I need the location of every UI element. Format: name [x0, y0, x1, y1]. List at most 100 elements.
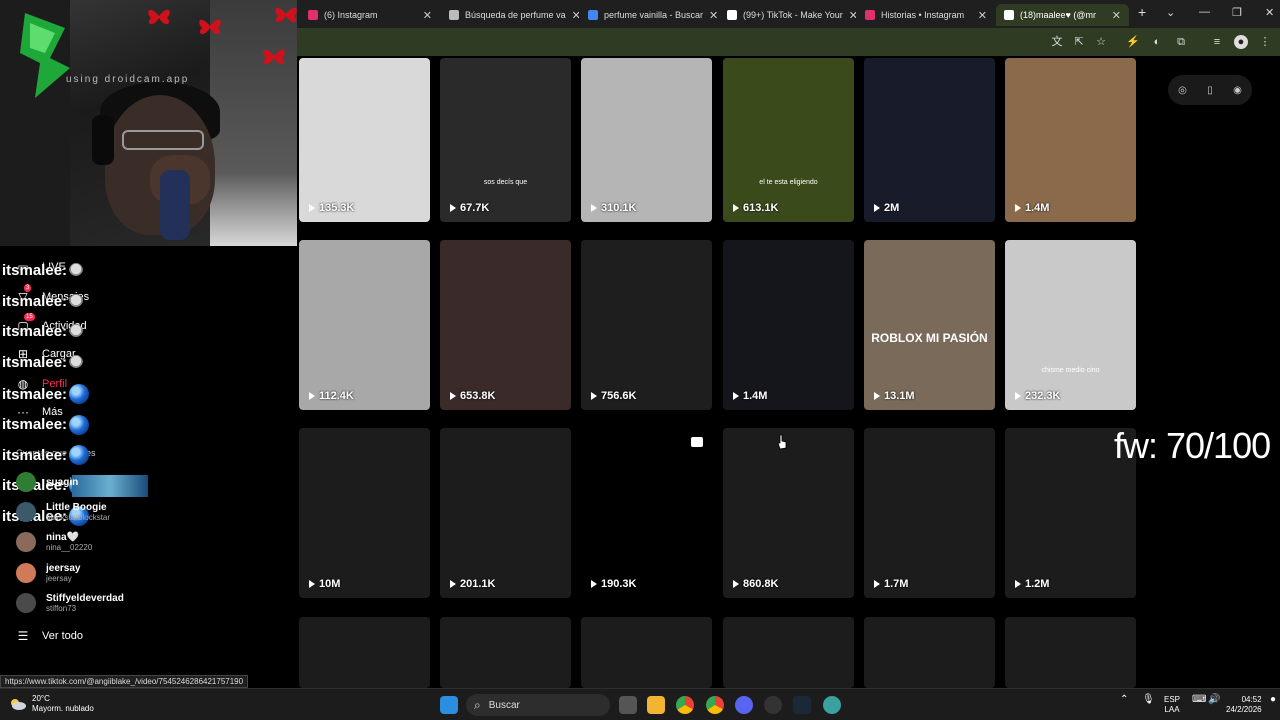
translate-icon[interactable]: 文: [1050, 35, 1064, 49]
video-card[interactable]: 1.4M: [1005, 58, 1136, 222]
video-caption: ROBLOX MI PASIÓN: [871, 331, 988, 345]
skull-emoji-icon: [69, 324, 84, 339]
video-card[interactable]: 135.3K: [299, 58, 430, 222]
video-card[interactable]: [299, 617, 430, 688]
picture-icon[interactable]: [691, 437, 703, 447]
weather-widget[interactable]: 20°C Mayorm. nublado: [8, 694, 94, 714]
taskbar-search[interactable]: ⌕ Buscar: [466, 694, 610, 716]
see-all-link[interactable]: ☰ Ver todo: [16, 629, 83, 643]
video-card[interactable]: [581, 617, 712, 688]
tab-close-icon[interactable]: ✕: [423, 9, 432, 22]
tab-close-icon[interactable]: ✕: [572, 9, 579, 22]
profile-avatar-icon[interactable]: ●: [1234, 35, 1248, 49]
restore-icon[interactable]: ❐: [1232, 6, 1242, 19]
obs-icon[interactable]: [764, 696, 782, 714]
extension-icon[interactable]: ⚡: [1126, 35, 1140, 49]
steam-icon[interactable]: [793, 696, 811, 714]
following-account[interactable]: jeersay jeersay: [16, 563, 80, 583]
following-account[interactable]: Little Boogie blockstarblockstar: [16, 502, 110, 522]
browser-tab[interactable]: Búsqueda de perfume va ✕: [441, 4, 579, 26]
puzzle-icon[interactable]: ⧉: [1174, 35, 1188, 49]
device-icon[interactable]: ▯: [1207, 85, 1213, 96]
avatar: [16, 593, 36, 613]
green-logo-icon: [20, 13, 70, 98]
video-card[interactable]: [864, 617, 995, 688]
globe-emoji-icon: [69, 414, 90, 435]
clock[interactable]: 04:52 24/2/2026: [1226, 695, 1262, 715]
video-card[interactable]: [1005, 617, 1136, 688]
dark-mode-icon[interactable]: ◐: [1150, 35, 1164, 49]
screen: (6) Instagram ✕ Búsqueda de perfume va ✕ per…: [0, 0, 1280, 720]
account-name: nina🤍: [46, 532, 80, 543]
view-count: 67.7K: [450, 202, 489, 214]
chrome-icon[interactable]: [676, 696, 694, 714]
window-close-icon[interactable]: ✕: [1265, 6, 1274, 19]
browser-tab[interactable]: (18)maalee♥ (@mr ✕: [996, 4, 1129, 26]
video-card[interactable]: 310.1K: [581, 58, 712, 222]
app-icon[interactable]: [823, 696, 841, 714]
install-app-icon[interactable]: ⇱: [1072, 35, 1086, 49]
view-count-value: 135.3K: [319, 202, 355, 214]
new-tab-button[interactable]: +: [1138, 4, 1146, 20]
video-card[interactable]: 1.7M: [864, 428, 995, 598]
video-card[interactable]: 756.6K: [581, 240, 712, 410]
browser-tab[interactable]: (99+) TikTok - Make Your ✕: [719, 4, 856, 26]
minimize-icon[interactable]: —: [1199, 6, 1210, 18]
file-explorer-icon[interactable]: [647, 696, 665, 714]
compass-icon[interactable]: ◎: [1178, 85, 1187, 96]
notification-icon[interactable]: ●: [1270, 695, 1276, 705]
video-card[interactable]: [440, 617, 571, 688]
notification-badge: 15: [24, 313, 35, 321]
following-account[interactable]: suagin: [16, 472, 78, 492]
play-icon: [733, 392, 739, 400]
tab-close-icon[interactable]: ✕: [849, 9, 856, 22]
tray-chevron-icon[interactable]: ⌃: [1120, 695, 1128, 705]
avatar-icon[interactable]: ◉: [1233, 85, 1242, 96]
following-account[interactable]: Stiffyeldeverdad stiffon73: [16, 593, 124, 613]
tab-favicon-icon: [308, 10, 318, 20]
following-account[interactable]: nina🤍 nina__02220: [16, 532, 92, 552]
video-card[interactable]: chisme medio cino 232.3K: [1005, 240, 1136, 410]
browser-menu-icon[interactable]: ⋮: [1258, 35, 1272, 49]
chat-message: itsmalee:: [2, 414, 90, 435]
tab-search-icon[interactable]: ⌄: [1166, 6, 1175, 19]
video-card[interactable]: 10M: [299, 428, 430, 598]
video-card[interactable]: [723, 617, 854, 688]
language-indicator[interactable]: ESP LAA: [1164, 695, 1180, 715]
chat-message: itsmalee:: [2, 354, 84, 371]
video-card[interactable]: 1.4M: [723, 240, 854, 410]
media-list-icon[interactable]: ≡: [1210, 35, 1224, 49]
view-count: 756.6K: [591, 390, 636, 402]
microphone-icon[interactable]: 🎙: [1142, 695, 1155, 705]
view-count-value: 1.4M: [1025, 202, 1050, 214]
video-card[interactable]: 653.8K: [440, 240, 571, 410]
tab-label: Búsqueda de perfume va: [465, 10, 566, 20]
video-card[interactable]: 201.1K: [440, 428, 571, 598]
volume-icon[interactable]: 🔊: [1208, 695, 1220, 705]
browser-tab[interactable]: (6) Instagram ✕: [300, 4, 440, 26]
account-name: Little Boogie: [46, 502, 107, 513]
task-view-icon[interactable]: [619, 696, 637, 714]
view-count: 860.8K: [733, 578, 778, 590]
account-name: jeersay: [46, 563, 81, 574]
video-card[interactable]: ROBLOX MI PASIÓN 13.1M: [864, 240, 995, 410]
search-icon: ⌕: [474, 697, 481, 712]
video-card[interactable]: 860.8K: [723, 428, 854, 598]
play-icon: [309, 580, 315, 588]
video-card[interactable]: sos decís que 67.7K: [440, 58, 571, 222]
tab-close-icon[interactable]: ✕: [1112, 9, 1121, 22]
video-card[interactable]: el te esta eligiendo 613.1K: [723, 58, 854, 222]
view-count-value: 1.7M: [884, 578, 909, 590]
video-card[interactable]: 2M: [864, 58, 995, 222]
bookmark-star-icon[interactable]: ☆: [1094, 35, 1108, 49]
video-card[interactable]: 190.3K: [581, 428, 712, 598]
browser-tab[interactable]: perfume vainilla - Buscar ✕: [580, 4, 718, 26]
browser-tab[interactable]: Historias • Instagram ✕: [857, 4, 995, 26]
windows-start-icon[interactable]: [440, 696, 458, 714]
tab-close-icon[interactable]: ✕: [978, 9, 987, 22]
tab-close-icon[interactable]: ✕: [709, 9, 718, 22]
discord-icon[interactable]: [735, 696, 753, 714]
network-icon[interactable]: ⌨: [1192, 695, 1206, 705]
video-card[interactable]: 112.4K: [299, 240, 430, 410]
chrome-profile-icon[interactable]: [706, 696, 724, 714]
